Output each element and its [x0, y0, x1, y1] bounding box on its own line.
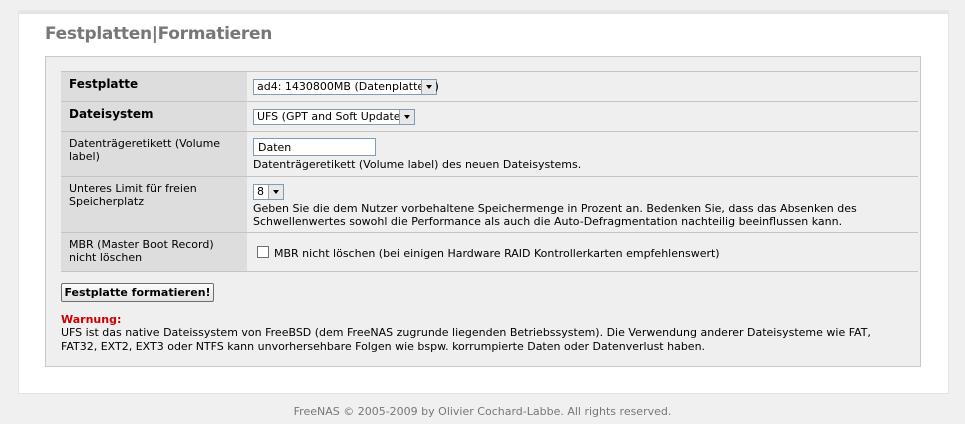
min-free-hint: Geben Sie die dem Nutzer vorbehaltene Sp… — [253, 202, 857, 228]
min-free-label: Unteres Limit für freien Speicherplatz — [61, 177, 247, 232]
mbr-checkbox-label[interactable]: MBR nicht löschen (bei einigen Hardware … — [274, 247, 720, 260]
form-row-disk: Festplatte ad4: 1430800MB (Datenplatte 1… — [61, 71, 918, 101]
mbr-value: MBR nicht löschen (bei einigen Hardware … — [253, 233, 914, 271]
disk-select[interactable]: ad4: 1430800MB (Datenplatte 1) — [253, 79, 439, 95]
disk-label: Festplatte — [61, 72, 247, 101]
min-free-select[interactable]: 8 — [253, 184, 284, 200]
format-form: Festplatte ad4: 1430800MB (Datenplatte 1… — [45, 56, 921, 367]
form-row-mbr: MBR (Master Boot Record) nicht löschen M… — [61, 232, 918, 272]
disk-select-value: ad4: 1430800MB (Datenplatte 1) — [257, 80, 439, 93]
footer-copyright: FreeNAS © 2005-2009 by Olivier Cochard-L… — [293, 405, 672, 418]
chevron-down-icon — [399, 110, 414, 124]
min-free-value: 8 Geben Sie die dem Nutzer vorbehaltene … — [253, 177, 914, 232]
form-row-filesystem: Dateisystem UFS (GPT and Soft Updates) — [61, 101, 918, 131]
warning-title: Warnung: — [61, 313, 122, 326]
volume-label-label: Datenträgeretikett (Volume label) — [61, 132, 247, 176]
filesystem-value: UFS (GPT and Soft Updates) — [253, 102, 914, 131]
mbr-label: MBR (Master Boot Record) nicht löschen — [61, 233, 247, 271]
chevron-down-icon — [268, 185, 283, 199]
filesystem-select[interactable]: UFS (GPT and Soft Updates) — [253, 109, 415, 125]
disk-value: ad4: 1430800MB (Datenplatte 1) — [253, 72, 914, 101]
filesystem-select-value: UFS (GPT and Soft Updates) — [257, 110, 411, 123]
warning-text: UFS ist das native Dateissystem von Free… — [61, 326, 871, 353]
form-row-min-free: Unteres Limit für freien Speicherplatz 8… — [61, 176, 918, 232]
form-row-volume-label: Datenträgeretikett (Volume label) Datent… — [61, 131, 918, 176]
filesystem-label: Dateisystem — [61, 102, 247, 131]
mbr-checkbox[interactable] — [257, 246, 269, 258]
volume-label-value: Datenträgeretikett (Volume label) des ne… — [253, 132, 914, 176]
page-title: Festplatten|Formatieren — [45, 24, 273, 44]
format-disk-button[interactable]: Festplatte formatieren! — [61, 283, 214, 302]
volume-label-hint: Datenträgeretikett (Volume label) des ne… — [253, 158, 582, 171]
min-free-select-value: 8 — [257, 185, 264, 198]
volume-label-input[interactable] — [253, 138, 376, 156]
chevron-down-icon — [421, 80, 436, 94]
